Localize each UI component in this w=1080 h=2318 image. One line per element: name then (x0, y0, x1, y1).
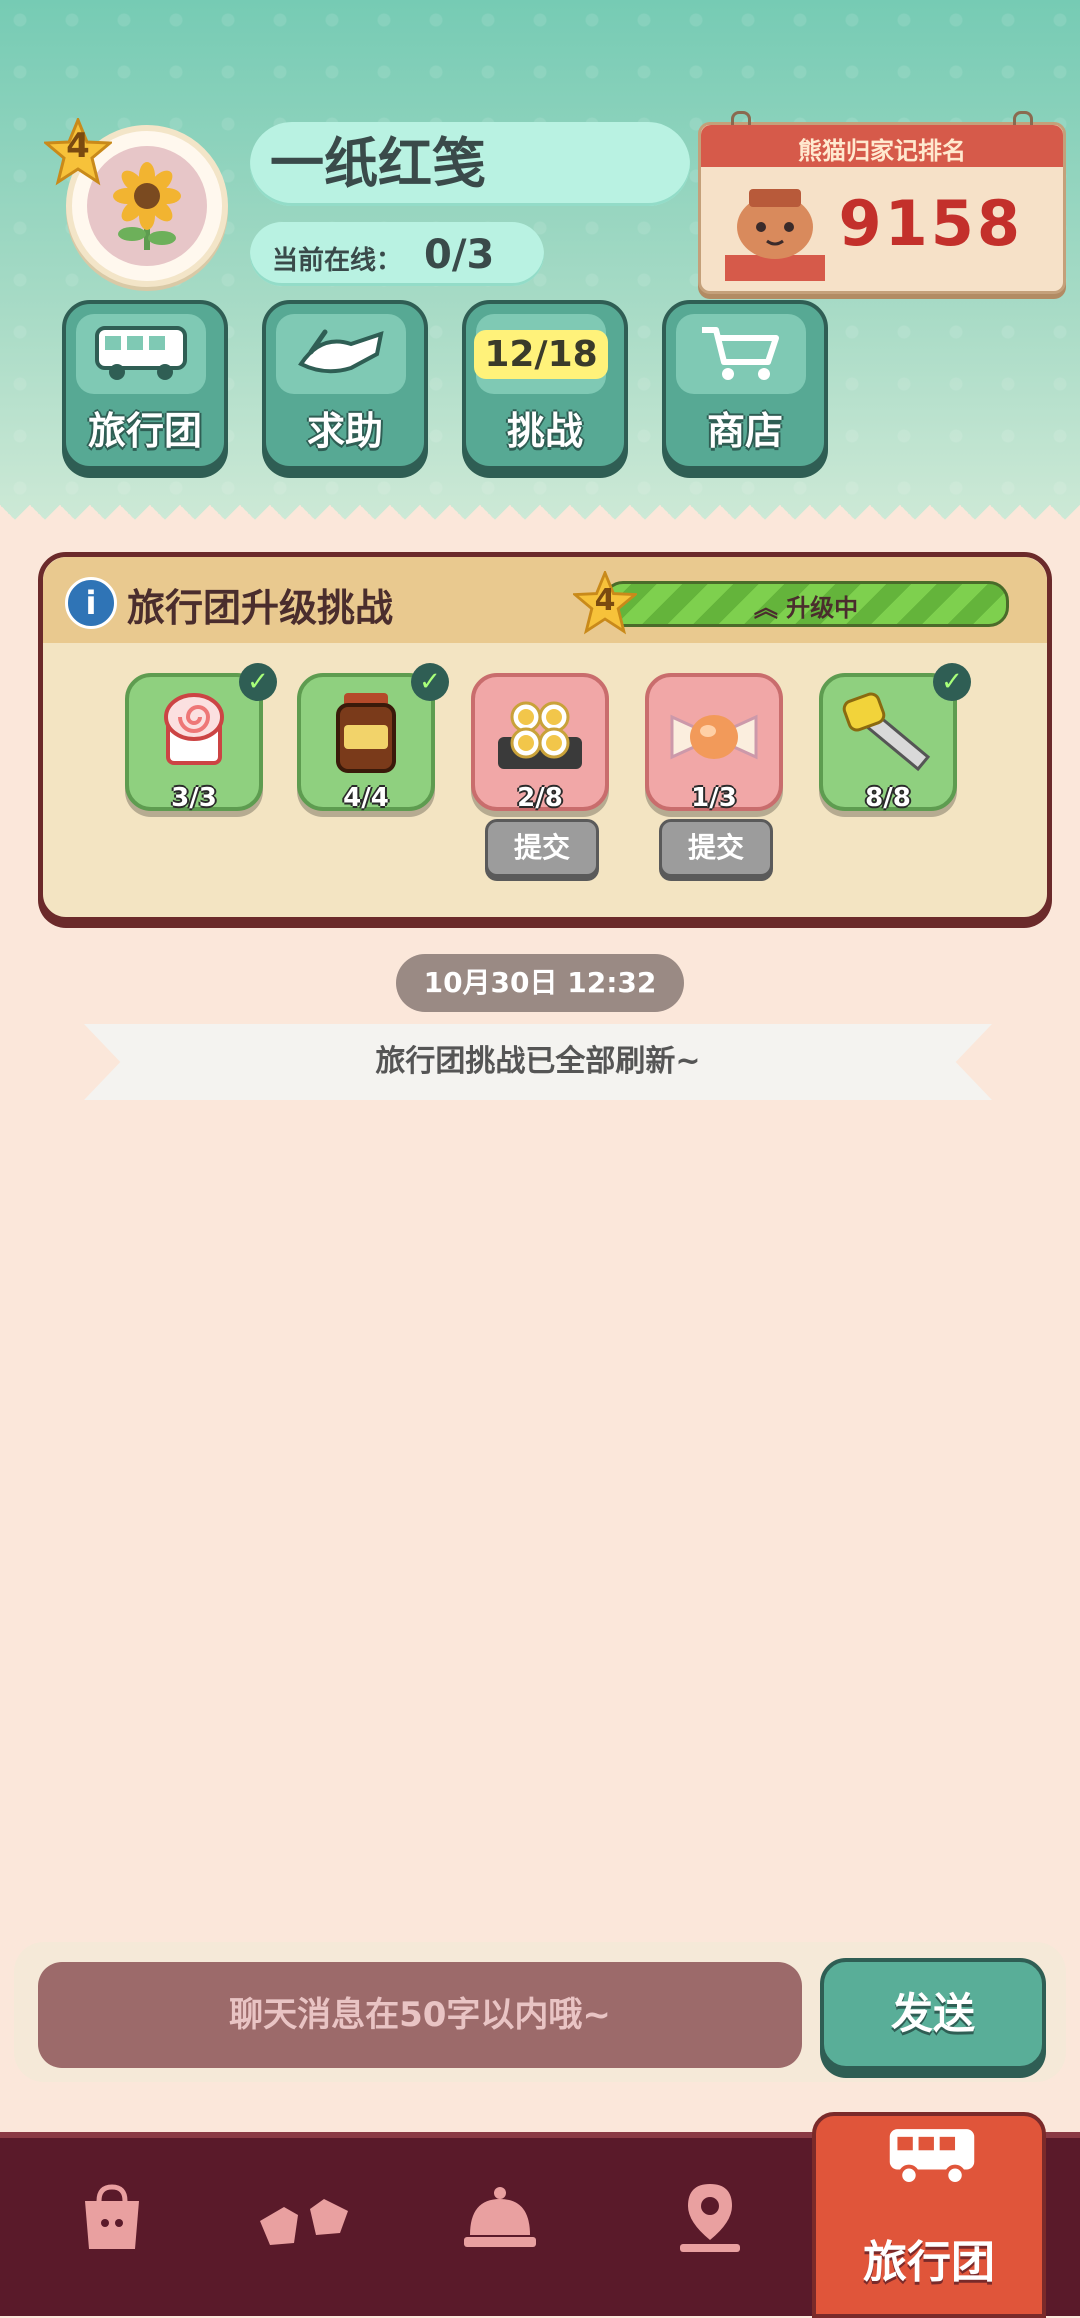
group-level-star: 4 (571, 569, 639, 635)
header-zigzag-edge (0, 505, 1080, 535)
upgrade-status-text: 升级中 (786, 594, 859, 622)
saw-icon (823, 687, 953, 792)
upgrade-status: ︽ 升级中 (606, 588, 1006, 623)
upgrade-challenge-card: i 旅行团升级挑战 ︽ 升级中 4 3/3 ✓ 4/4 ✓ 2/8 提交 1/3… (38, 552, 1052, 922)
item-progress: 8/8 (865, 783, 911, 813)
bus-icon (889, 2129, 975, 2186)
online-count: 0/3 (424, 232, 495, 278)
item-progress: 2/8 (517, 783, 563, 813)
nav-label: 商店 (706, 409, 783, 453)
card-title: 旅行团升级挑战 (127, 586, 394, 630)
nav-shop-button[interactable]: 商店 (662, 300, 828, 470)
submit-button[interactable]: 提交 (659, 819, 773, 877)
system-message-banner: 旅行团挑战已全部刷新~ (84, 1024, 992, 1100)
hand-gesture-icon (260, 2199, 348, 2245)
item-progress: 3/3 (171, 783, 217, 813)
challenge-count-area: 12/18 (474, 314, 608, 394)
online-label: 当前在线： (272, 246, 403, 276)
nav-challenge-button[interactable]: 12/18 挑战 (462, 300, 628, 470)
check-icon: ✓ (239, 663, 277, 701)
service-bell-icon (464, 2187, 536, 2247)
chat-input[interactable] (38, 1962, 802, 2068)
shopping-bag-icon (85, 2184, 139, 2249)
level-star-badge: 4 (42, 116, 114, 186)
helping-hand-icon (276, 314, 406, 394)
check-icon: ✓ (933, 663, 971, 701)
bus-icon (76, 314, 206, 394)
player-level: 4 (66, 126, 90, 166)
challenge-item-1[interactable]: 3/3 ✓ (125, 663, 277, 813)
cake-roll-icon (129, 687, 259, 792)
tab-service[interactable] (450, 2168, 550, 2268)
chevrons-up-icon: ︽ (753, 594, 787, 622)
challenge-item-2[interactable]: 4/4 ✓ (297, 663, 449, 813)
challenge-item-5[interactable]: 8/8 ✓ (819, 663, 971, 813)
tab-interact[interactable] (254, 2168, 354, 2268)
egg-tarts-icon (475, 687, 605, 792)
tab-map[interactable] (660, 2168, 760, 2268)
rank-board[interactable]: 熊猫归家记排名 9158 (698, 111, 1066, 294)
jam-jar-icon (301, 687, 431, 792)
nav-label: 旅行团 (87, 409, 202, 453)
tab-bag[interactable] (62, 2168, 162, 2268)
map-pin-icon (680, 2184, 740, 2252)
check-icon: ✓ (411, 663, 449, 701)
challenge-count-badge: 12/18 (474, 329, 608, 379)
rank-value: 9158 (838, 187, 1023, 260)
candy-icon (649, 687, 779, 792)
nav-label: 求助 (306, 409, 383, 453)
panda-mascot-icon (725, 189, 825, 281)
item-progress: 1/3 (691, 783, 737, 813)
online-status: 当前在线： 0/3 (250, 222, 544, 286)
item-progress: 4/4 (343, 783, 389, 813)
tab-label: 旅行团 (863, 2237, 995, 2288)
submit-button[interactable]: 提交 (485, 819, 599, 877)
upgrade-progress-bar: ︽ 升级中 (603, 581, 1009, 627)
send-button[interactable]: 发送 (820, 1958, 1046, 2070)
nav-label: 挑战 (506, 409, 583, 453)
shopping-cart-icon (676, 314, 806, 394)
info-icon[interactable]: i (65, 577, 117, 629)
nav-help-button[interactable]: 求助 (262, 300, 428, 470)
chat-timestamp: 10月30日 12:32 (396, 954, 684, 1012)
challenge-item-4[interactable]: 1/3 (645, 673, 783, 813)
group-level: 4 (594, 583, 616, 618)
player-name: 一纸红笺 (250, 122, 690, 206)
rank-title: 熊猫归家记排名 (798, 137, 966, 165)
challenge-item-3[interactable]: 2/8 (471, 673, 609, 813)
tab-tour-group[interactable]: 旅行团 (812, 2112, 1046, 2318)
nav-tour-group-button[interactable]: 旅行团 (62, 300, 228, 470)
